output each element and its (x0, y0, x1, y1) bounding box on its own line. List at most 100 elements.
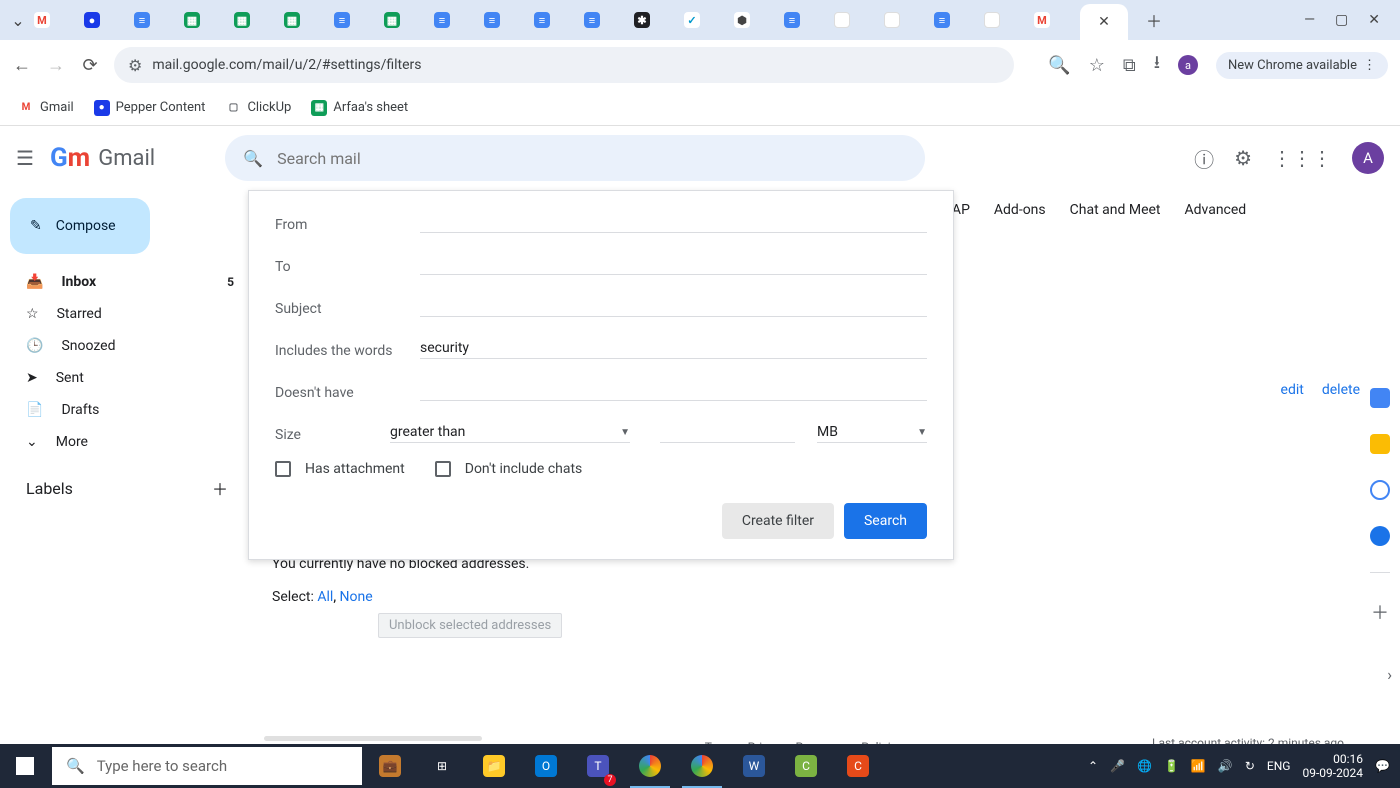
filter-size-unit-select[interactable]: MB▼ (817, 422, 927, 443)
browser-tab[interactable]: ✱ (630, 4, 678, 36)
taskbar-chrome[interactable] (676, 744, 728, 788)
notifications-icon[interactable]: 💬 (1375, 759, 1390, 773)
tray-volume-icon[interactable]: 🔊 (1218, 759, 1233, 773)
taskbar-explorer[interactable]: 📁 (468, 744, 520, 788)
gmail-logo[interactable]: Gm Gmail (50, 143, 155, 173)
taskbar-pinned[interactable]: 💼 (364, 744, 416, 788)
close-icon[interactable]: ✕ (1098, 14, 1110, 30)
bookmark-gmail[interactable]: MGmail (18, 100, 74, 116)
search-icon[interactable]: 🔍 (243, 149, 263, 168)
tabs-dropdown-icon[interactable]: ⌄ (8, 11, 28, 30)
site-info-icon[interactable]: ⚙ (128, 56, 142, 75)
browser-tab[interactable]: ▦ (380, 4, 428, 36)
tray-wifi-icon[interactable]: 📶 (1191, 759, 1206, 773)
browser-tab[interactable] (880, 4, 928, 36)
browser-tab[interactable]: ≡ (430, 4, 478, 36)
bookmark-sheet[interactable]: ▦Arfaa's sheet (311, 100, 408, 116)
filter-size-value-input[interactable] (660, 422, 795, 443)
extensions-icon[interactable]: ⧉ (1123, 55, 1136, 76)
tray-chevron-icon[interactable]: ⌃ (1088, 759, 1098, 773)
calendar-icon[interactable] (1370, 388, 1390, 408)
filter-to-input[interactable] (420, 254, 927, 275)
tray-battery-icon[interactable]: 🔋 (1164, 759, 1179, 773)
zoom-icon[interactable]: 🔍 (1048, 55, 1070, 76)
add-label-icon[interactable]: ＋ (212, 476, 228, 500)
sidebar-item-sent[interactable]: ➤Sent (0, 362, 248, 394)
settings-tab[interactable]: Add-ons (994, 202, 1046, 218)
browser-tab[interactable]: ≡ (480, 4, 528, 36)
filter-subject-input[interactable] (420, 296, 927, 317)
select-all-link[interactable]: All (317, 589, 333, 605)
tray-sync-icon[interactable]: ↻ (1245, 759, 1255, 773)
taskbar-word[interactable]: W (728, 744, 780, 788)
reload-icon[interactable]: ⟳ (80, 55, 100, 76)
taskbar-teams[interactable]: T7 (572, 744, 624, 788)
taskbar-clock[interactable]: 00:16 09-09-2024 (1302, 752, 1363, 781)
bookmark-pepper[interactable]: ●Pepper Content (94, 100, 206, 116)
browser-tab[interactable]: ▦ (280, 4, 328, 36)
no-chats-checkbox[interactable]: Don't include chats (435, 461, 583, 477)
sidebar-item-drafts[interactable]: 📄Drafts (0, 394, 248, 426)
start-button[interactable] (0, 744, 50, 788)
expand-panel-icon[interactable]: › (1387, 665, 1392, 684)
profile-icon[interactable]: a (1178, 55, 1198, 75)
settings-gear-icon[interactable]: ⚙ (1234, 146, 1252, 170)
browser-tab[interactable]: M (1030, 4, 1078, 36)
filter-edit-link[interactable]: edit (1281, 382, 1304, 398)
browser-tab[interactable] (980, 4, 1028, 36)
filter-size-op-select[interactable]: greater than▼ (390, 422, 630, 443)
filter-from-input[interactable] (420, 212, 927, 233)
sidebar-item-snoozed[interactable]: 🕒Snoozed (0, 330, 248, 362)
tray-mic-icon[interactable]: 🎤 (1110, 759, 1125, 773)
compose-button[interactable]: ✎ Compose (10, 198, 150, 254)
search-input[interactable] (277, 149, 907, 168)
browser-tab[interactable]: ● (80, 4, 128, 36)
taskbar-app[interactable]: C (780, 744, 832, 788)
browser-tab[interactable]: ≡ (780, 4, 828, 36)
downloads-icon[interactable]: ⭳ (1154, 50, 1160, 80)
browser-tab[interactable]: ▦ (230, 4, 278, 36)
settings-tab[interactable]: Advanced (1185, 202, 1247, 218)
url-input[interactable]: ⚙ mail.google.com/mail/u/2/#settings/fil… (114, 47, 1014, 83)
tasks-icon[interactable] (1370, 480, 1390, 500)
add-addon-icon[interactable]: ＋ (1371, 599, 1389, 625)
browser-tab[interactable]: ≡ (530, 4, 578, 36)
search-box[interactable]: 🔍 (225, 135, 925, 181)
taskbar-outlook[interactable]: O (520, 744, 572, 788)
bookmark-clickup[interactable]: ▢ClickUp (225, 100, 291, 116)
sidebar-item-more[interactable]: ⌄More (0, 426, 248, 458)
window-maximize-icon[interactable]: ▢ (1335, 12, 1348, 28)
new-chrome-button[interactable]: New Chrome available⋮ (1216, 52, 1388, 79)
create-filter-button[interactable]: Create filter (722, 503, 834, 539)
browser-tab[interactable]: ▦ (180, 4, 228, 36)
keep-icon[interactable] (1370, 434, 1390, 454)
browser-tab[interactable]: ≡ (580, 4, 628, 36)
sidebar-item-inbox[interactable]: 📥Inbox5 (0, 266, 248, 298)
help-icon[interactable]: ⓘ (1194, 144, 1214, 173)
filter-doesnt-input[interactable] (420, 380, 927, 401)
search-button[interactable]: Search (844, 503, 927, 539)
hamburger-icon[interactable]: ☰ (16, 146, 34, 170)
sidebar-item-starred[interactable]: ☆Starred (0, 298, 248, 330)
filter-includes-input[interactable] (420, 338, 927, 359)
taskbar-taskview[interactable]: ⊞ (416, 744, 468, 788)
browser-tab[interactable]: M (30, 4, 78, 36)
settings-tab[interactable]: Chat and Meet (1070, 202, 1161, 218)
taskbar-app[interactable]: C (832, 744, 884, 788)
browser-tab[interactable]: ⬢ (730, 4, 778, 36)
has-attachment-checkbox[interactable]: Has attachment (275, 461, 405, 477)
browser-tab[interactable]: ≡ (330, 4, 378, 36)
filter-delete-link[interactable]: delete (1322, 382, 1360, 398)
browser-tab[interactable]: ≡ (930, 4, 978, 36)
window-close-icon[interactable]: ✕ (1368, 12, 1380, 28)
taskbar-chrome[interactable] (624, 744, 676, 788)
bookmark-star-icon[interactable]: ☆ (1089, 55, 1105, 76)
new-tab-button[interactable]: ＋ (1130, 4, 1178, 36)
apps-grid-icon[interactable]: ⋮⋮⋮ (1272, 146, 1332, 170)
taskbar-search[interactable]: 🔍Type here to search (52, 747, 362, 785)
browser-tab[interactable]: ≡ (130, 4, 178, 36)
contacts-icon[interactable] (1370, 526, 1390, 546)
select-none-link[interactable]: None (340, 589, 373, 605)
more-icon[interactable]: ⋮ (1363, 58, 1376, 73)
account-avatar[interactable]: A (1352, 142, 1384, 174)
